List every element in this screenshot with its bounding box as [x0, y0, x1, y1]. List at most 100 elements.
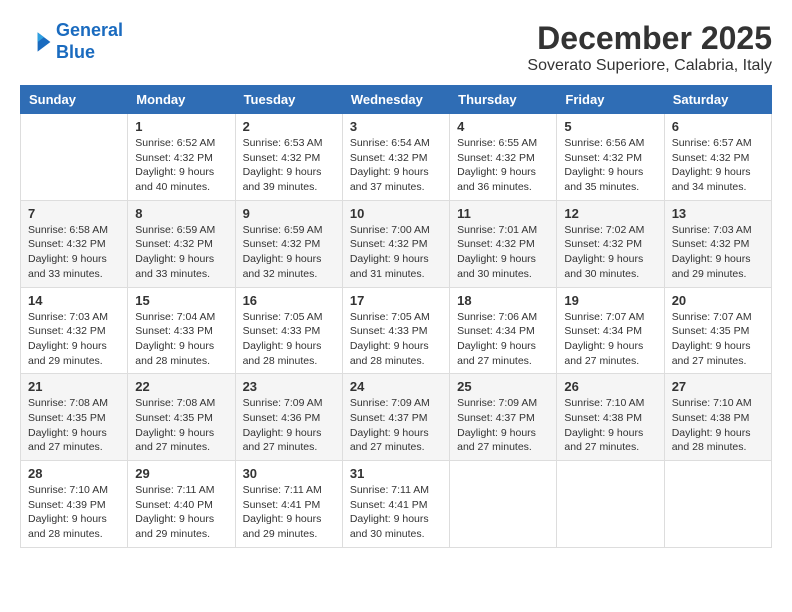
day-info: Sunrise: 7:04 AM Sunset: 4:33 PM Dayligh… [135, 310, 227, 369]
calendar-cell: 26 Sunrise: 7:10 AM Sunset: 4:38 PM Dayli… [557, 374, 664, 461]
calendar-week-row: 28 Sunrise: 7:10 AM Sunset: 4:39 PM Dayli… [21, 461, 772, 548]
day-info: Sunrise: 6:59 AM Sunset: 4:32 PM Dayligh… [135, 223, 227, 282]
day-number: 13 [672, 206, 764, 221]
day-number: 4 [457, 119, 549, 134]
column-header-saturday: Saturday [664, 86, 771, 114]
day-info: Sunrise: 7:09 AM Sunset: 4:37 PM Dayligh… [457, 396, 549, 455]
day-number: 25 [457, 379, 549, 394]
day-number: 29 [135, 466, 227, 481]
calendar-cell: 10 Sunrise: 7:00 AM Sunset: 4:32 PM Dayli… [342, 200, 449, 287]
day-info: Sunrise: 6:58 AM Sunset: 4:32 PM Dayligh… [28, 223, 120, 282]
calendar-cell [664, 461, 771, 548]
calendar-cell: 8 Sunrise: 6:59 AM Sunset: 4:32 PM Daylig… [128, 200, 235, 287]
logo: General Blue [20, 20, 123, 63]
calendar-cell: 18 Sunrise: 7:06 AM Sunset: 4:34 PM Dayli… [450, 287, 557, 374]
day-number: 15 [135, 293, 227, 308]
column-header-wednesday: Wednesday [342, 86, 449, 114]
day-number: 10 [350, 206, 442, 221]
day-number: 19 [564, 293, 656, 308]
calendar-cell: 30 Sunrise: 7:11 AM Sunset: 4:41 PM Dayli… [235, 461, 342, 548]
day-info: Sunrise: 7:10 AM Sunset: 4:38 PM Dayligh… [672, 396, 764, 455]
day-number: 28 [28, 466, 120, 481]
day-number: 18 [457, 293, 549, 308]
calendar-cell: 11Sunrise: 7:01 AM Sunset: 4:32 PM Dayli… [450, 200, 557, 287]
day-info: Sunrise: 7:01 AM Sunset: 4:32 PM Dayligh… [457, 223, 549, 282]
calendar-cell: 17 Sunrise: 7:05 AM Sunset: 4:33 PM Dayli… [342, 287, 449, 374]
day-number: 30 [243, 466, 335, 481]
day-info: Sunrise: 7:11 AM Sunset: 4:41 PM Dayligh… [243, 483, 335, 542]
calendar-header-row: SundayMondayTuesdayWednesdayThursdayFrid… [21, 86, 772, 114]
day-number: 31 [350, 466, 442, 481]
day-number: 2 [243, 119, 335, 134]
day-info: Sunrise: 6:56 AM Sunset: 4:32 PM Dayligh… [564, 136, 656, 195]
day-number: 23 [243, 379, 335, 394]
day-info: Sunrise: 7:08 AM Sunset: 4:35 PM Dayligh… [135, 396, 227, 455]
calendar-cell: 16 Sunrise: 7:05 AM Sunset: 4:33 PM Dayli… [235, 287, 342, 374]
calendar-cell: 19 Sunrise: 7:07 AM Sunset: 4:34 PM Dayli… [557, 287, 664, 374]
day-number: 17 [350, 293, 442, 308]
day-number: 1 [135, 119, 227, 134]
calendar-cell: 13 Sunrise: 7:03 AM Sunset: 4:32 PM Dayli… [664, 200, 771, 287]
page-container: General Blue December 2025 Soverato Supe… [20, 20, 772, 548]
calendar-cell [21, 114, 128, 201]
day-info: Sunrise: 6:59 AM Sunset: 4:32 PM Dayligh… [243, 223, 335, 282]
day-info: Sunrise: 7:10 AM Sunset: 4:39 PM Dayligh… [28, 483, 120, 542]
calendar-cell: 22Sunrise: 7:08 AM Sunset: 4:35 PM Dayli… [128, 374, 235, 461]
day-info: Sunrise: 7:03 AM Sunset: 4:32 PM Dayligh… [672, 223, 764, 282]
day-info: Sunrise: 7:07 AM Sunset: 4:35 PM Dayligh… [672, 310, 764, 369]
day-number: 20 [672, 293, 764, 308]
logo-line1: General [56, 20, 123, 40]
day-info: Sunrise: 7:11 AM Sunset: 4:40 PM Dayligh… [135, 483, 227, 542]
day-number: 9 [243, 206, 335, 221]
day-info: Sunrise: 7:05 AM Sunset: 4:33 PM Dayligh… [243, 310, 335, 369]
column-header-friday: Friday [557, 86, 664, 114]
day-info: Sunrise: 7:00 AM Sunset: 4:32 PM Dayligh… [350, 223, 442, 282]
calendar-week-row: 1Sunrise: 6:52 AM Sunset: 4:32 PM Daylig… [21, 114, 772, 201]
calendar-cell [557, 461, 664, 548]
calendar-cell: 21Sunrise: 7:08 AM Sunset: 4:35 PM Dayli… [21, 374, 128, 461]
calendar-cell: 25 Sunrise: 7:09 AM Sunset: 4:37 PM Dayli… [450, 374, 557, 461]
calendar-cell: 29 Sunrise: 7:11 AM Sunset: 4:40 PM Dayli… [128, 461, 235, 548]
calendar-cell: 14 Sunrise: 7:03 AM Sunset: 4:32 PM Dayli… [21, 287, 128, 374]
day-info: Sunrise: 7:09 AM Sunset: 4:37 PM Dayligh… [350, 396, 442, 455]
logo-line2: Blue [56, 42, 95, 62]
column-header-thursday: Thursday [450, 86, 557, 114]
column-header-tuesday: Tuesday [235, 86, 342, 114]
calendar-cell: 9 Sunrise: 6:59 AM Sunset: 4:32 PM Daylig… [235, 200, 342, 287]
calendar-cell: 23 Sunrise: 7:09 AM Sunset: 4:36 PM Dayli… [235, 374, 342, 461]
day-number: 5 [564, 119, 656, 134]
day-info: Sunrise: 7:07 AM Sunset: 4:34 PM Dayligh… [564, 310, 656, 369]
day-number: 6 [672, 119, 764, 134]
day-info: Sunrise: 7:02 AM Sunset: 4:32 PM Dayligh… [564, 223, 656, 282]
calendar-cell: 3 Sunrise: 6:54 AM Sunset: 4:32 PM Daylig… [342, 114, 449, 201]
column-header-sunday: Sunday [21, 86, 128, 114]
day-info: Sunrise: 6:57 AM Sunset: 4:32 PM Dayligh… [672, 136, 764, 195]
day-info: Sunrise: 6:54 AM Sunset: 4:32 PM Dayligh… [350, 136, 442, 195]
calendar-cell: 15 Sunrise: 7:04 AM Sunset: 4:33 PM Dayli… [128, 287, 235, 374]
day-number: 3 [350, 119, 442, 134]
day-number: 14 [28, 293, 120, 308]
calendar-cell: 24Sunrise: 7:09 AM Sunset: 4:37 PM Dayli… [342, 374, 449, 461]
day-number: 16 [243, 293, 335, 308]
day-number: 27 [672, 379, 764, 394]
calendar-cell: 20 Sunrise: 7:07 AM Sunset: 4:35 PM Dayli… [664, 287, 771, 374]
day-info: Sunrise: 6:53 AM Sunset: 4:32 PM Dayligh… [243, 136, 335, 195]
day-info: Sunrise: 7:09 AM Sunset: 4:36 PM Dayligh… [243, 396, 335, 455]
calendar-cell [450, 461, 557, 548]
day-number: 26 [564, 379, 656, 394]
calendar-week-row: 7Sunrise: 6:58 AM Sunset: 4:32 PM Daylig… [21, 200, 772, 287]
calendar-cell: 2 Sunrise: 6:53 AM Sunset: 4:32 PM Daylig… [235, 114, 342, 201]
calendar-cell: 27 Sunrise: 7:10 AM Sunset: 4:38 PM Dayli… [664, 374, 771, 461]
day-number: 8 [135, 206, 227, 221]
logo-icon [20, 26, 52, 58]
day-info: Sunrise: 7:05 AM Sunset: 4:33 PM Dayligh… [350, 310, 442, 369]
day-info: Sunrise: 7:06 AM Sunset: 4:34 PM Dayligh… [457, 310, 549, 369]
header: General Blue December 2025 Soverato Supe… [20, 20, 772, 75]
day-info: Sunrise: 7:10 AM Sunset: 4:38 PM Dayligh… [564, 396, 656, 455]
day-info: Sunrise: 7:03 AM Sunset: 4:32 PM Dayligh… [28, 310, 120, 369]
logo-text: General Blue [56, 20, 123, 63]
day-info: Sunrise: 6:55 AM Sunset: 4:32 PM Dayligh… [457, 136, 549, 195]
day-number: 12 [564, 206, 656, 221]
calendar-cell: 31Sunrise: 7:11 AM Sunset: 4:41 PM Dayli… [342, 461, 449, 548]
title-section: December 2025 Soverato Superiore, Calabr… [527, 20, 772, 75]
